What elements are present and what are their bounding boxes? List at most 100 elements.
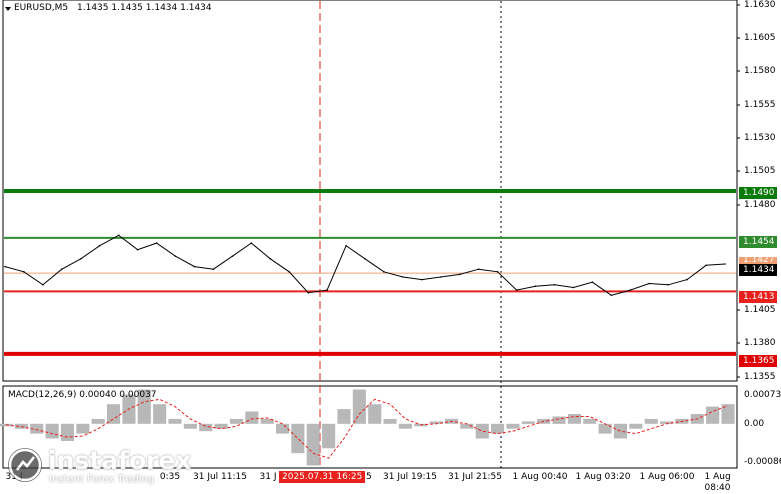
macd-histogram-bar: [322, 423, 336, 449]
price-point: [42, 284, 44, 286]
ohlc-high: 1.1435: [111, 3, 143, 13]
macd-histogram-bar: [598, 423, 612, 434]
macd-histogram-bar: [107, 404, 121, 424]
macd-histogram-bar: [168, 418, 182, 424]
instaforex-logo: instaforex Instant Forex Trading: [8, 446, 192, 486]
price-point: [193, 265, 196, 268]
price-point: [496, 271, 499, 273]
level-tag-1454: 1.1454: [739, 236, 777, 248]
level-tag-1427: 1.1427: [739, 257, 777, 264]
ohlc-open: 1.1435: [77, 3, 109, 13]
symbol-label: EURUSD,M5: [14, 3, 69, 13]
time-tick: 31 Jul 21:55: [448, 472, 502, 482]
macd-histogram-bar: [306, 423, 320, 466]
logo-name: instaforex: [48, 446, 192, 475]
macd-histogram-bar: [276, 423, 290, 434]
price-tick: 1.1405: [744, 305, 776, 315]
price-point: [534, 285, 537, 288]
macd-histogram-bar: [567, 414, 581, 424]
price-point: [174, 255, 177, 257]
price-point: [610, 294, 613, 297]
time-tick: 31 Jul 11:15: [193, 472, 247, 482]
collapse-triangle-icon[interactable]: [5, 7, 11, 11]
macd-histogram-bar: [183, 423, 197, 429]
macd-histogram-bar: [245, 411, 259, 424]
logo-tagline: Instant Forex Trading: [49, 474, 155, 485]
price-tick: 1.1505: [744, 166, 776, 176]
price-point: [117, 234, 120, 237]
macd-histogram-bar: [352, 389, 366, 424]
time-tick: 31 Jul 19:15: [383, 472, 437, 482]
macd-histogram-bar: [644, 418, 658, 424]
macd-tick: 0.00: [744, 419, 765, 429]
price-point: [724, 263, 726, 265]
crosshair-date-label: 2025.07.31 16:25: [279, 471, 366, 483]
macd-histogram-bar: [613, 423, 627, 439]
time-tick: 1 Aug 06:00: [639, 472, 695, 482]
price-point: [212, 268, 215, 271]
macd-histogram-bar: [583, 418, 597, 424]
macd-histogram-bar: [153, 404, 167, 424]
time-tick: 1 Aug 08:40: [704, 472, 731, 493]
level-tag-1490: 1.1490: [739, 187, 777, 199]
price-point: [515, 289, 518, 291]
macd-histogram-bar: [506, 423, 520, 429]
price-point: [383, 271, 385, 273]
price-point: [23, 271, 25, 273]
macd-histogram-bar: [475, 423, 489, 439]
price-point: [421, 278, 423, 281]
time-tick: 1 Aug 00:40: [512, 472, 568, 482]
price-tick: 1.1555: [744, 100, 776, 110]
time-tick: 31 J: [259, 472, 277, 482]
price-point: [477, 268, 480, 271]
level-tag-1365: 1.1365: [739, 355, 777, 367]
price-point: [686, 278, 688, 281]
price-point: [326, 289, 328, 291]
price-point: [440, 276, 442, 278]
price-point: [98, 244, 101, 247]
price-point: [345, 244, 347, 247]
price-point: [136, 248, 139, 251]
macd-histogram-bar: [291, 423, 305, 454]
macd-histogram-bar: [368, 404, 382, 424]
level-tag-1413: 1.1413: [739, 291, 777, 303]
price-point: [4, 265, 6, 268]
macd-histogram-bar: [229, 418, 243, 424]
price-point: [250, 242, 253, 244]
price-point: [591, 281, 594, 284]
price-tick: 1.1580: [744, 66, 776, 76]
price-tick: 1.1355: [744, 372, 776, 382]
macd-histogram-bar: [91, 418, 105, 424]
price-point: [402, 276, 404, 278]
chart-canvas[interactable]: [0, 0, 781, 489]
ohlc-close: 1.1434: [180, 3, 212, 13]
macd-tick: 0.00073: [744, 390, 781, 400]
price-point: [307, 291, 310, 294]
price-tick: 1.1380: [744, 338, 776, 348]
macd-histogram-bar: [552, 416, 566, 424]
macd-histogram-bar: [337, 409, 351, 424]
symbol-header: EURUSD,M5 1.1435 1.1435 1.1434 1.1434: [14, 3, 212, 14]
price-point: [572, 286, 575, 289]
macd-histogram-bar: [60, 423, 74, 441]
price-tick: 1.1630: [744, 0, 776, 10]
logo-emblem-icon: [8, 448, 42, 482]
macd-histogram-bar: [629, 423, 643, 429]
price-point: [231, 255, 234, 257]
price-tick: 1.1480: [744, 200, 776, 210]
price-point: [458, 273, 461, 276]
macd-histogram-bar: [521, 421, 535, 424]
macd-histogram-bar: [706, 406, 720, 424]
price-point: [288, 271, 291, 273]
price-point: [364, 258, 366, 260]
price-point: [705, 264, 707, 267]
macd-histogram-bar: [383, 418, 397, 424]
macd-histogram-bar: [491, 423, 505, 434]
time-tick: 1 Aug 03:20: [575, 472, 631, 482]
macd-tick: -0.00086: [744, 457, 781, 467]
price-tick: 1.1605: [744, 33, 776, 43]
price-point: [155, 242, 158, 244]
macd-histogram-bar: [398, 423, 412, 429]
price-point: [61, 268, 63, 271]
price-tick: 1.1530: [744, 133, 776, 143]
